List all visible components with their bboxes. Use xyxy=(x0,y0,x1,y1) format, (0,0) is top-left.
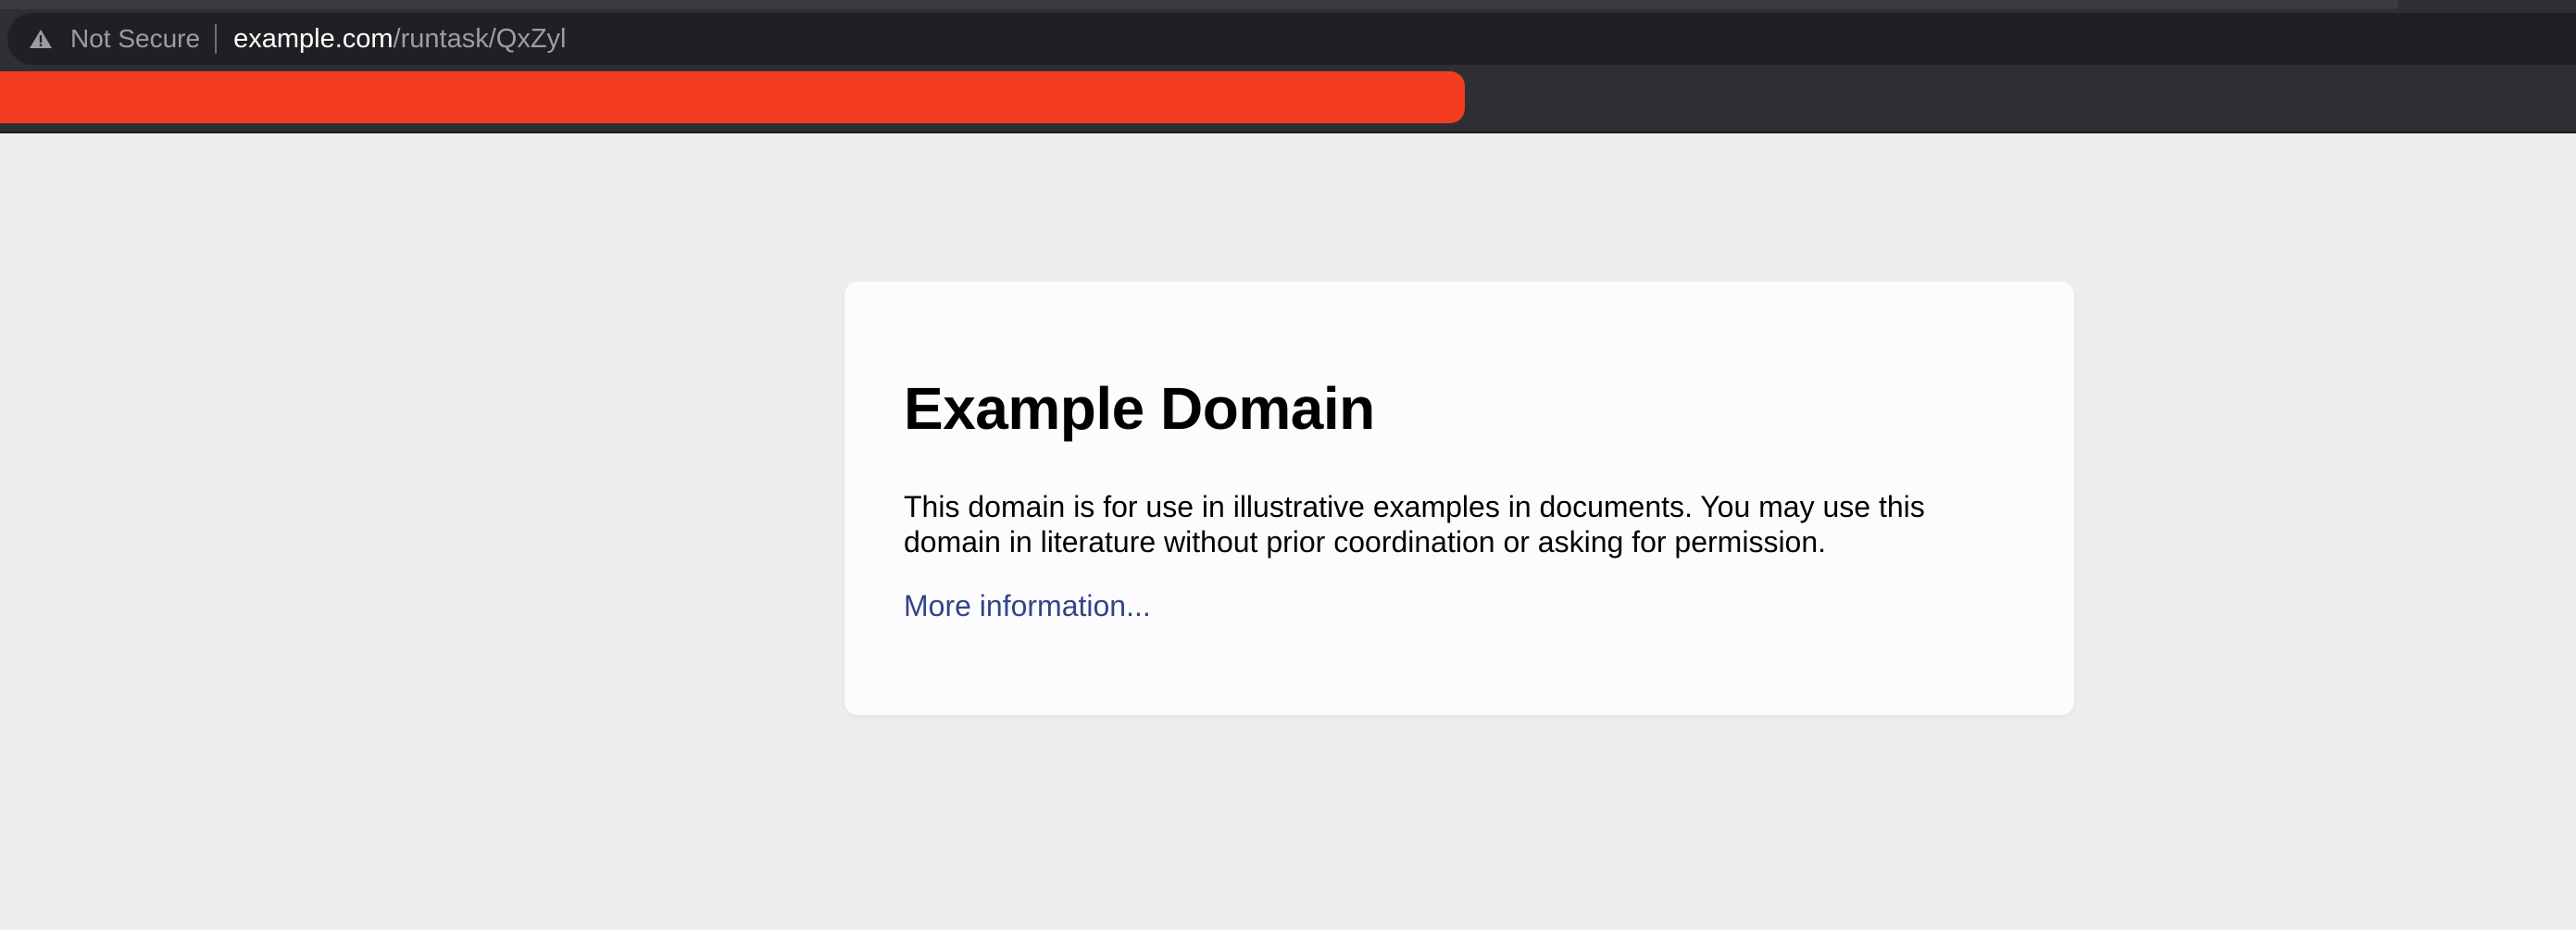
url-host[interactable]: example.com xyxy=(233,24,393,55)
tab-strip xyxy=(0,0,2398,9)
redacted-bar xyxy=(0,71,1465,123)
address-divider xyxy=(215,24,218,54)
url-path[interactable]: /runtask/QxZyl xyxy=(394,24,567,55)
warning-icon[interactable] xyxy=(28,27,54,51)
browser-chrome: Not Secure example.com /runtask/QxZyl xyxy=(0,0,2576,133)
page-description: This domain is for use in illustrative e… xyxy=(904,490,1925,559)
security-status-label[interactable]: Not Secure xyxy=(70,24,200,54)
content-card: Example Domain This domain is for use in… xyxy=(844,282,2074,715)
page-title: Example Domain xyxy=(904,375,1375,442)
address-bar[interactable]: Not Secure example.com /runtask/QxZyl xyxy=(7,13,2576,65)
page-content: Example Domain This domain is for use in… xyxy=(0,133,2576,930)
more-information-link[interactable]: More information... xyxy=(904,589,1151,623)
